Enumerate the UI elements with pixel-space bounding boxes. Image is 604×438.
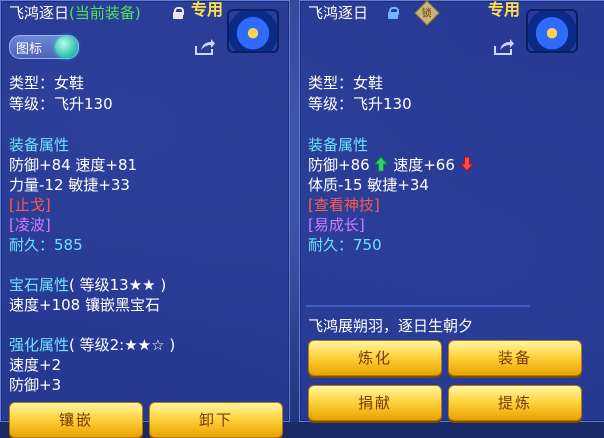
divider — [306, 305, 530, 307]
share-icon[interactable] — [194, 38, 216, 56]
exclusive-label: 专用 — [191, 0, 224, 19]
extract-button[interactable]: 提炼 — [448, 385, 582, 421]
item-name: 飞鸿逐日 — [308, 4, 369, 22]
stat-speed: 速度+66 — [393, 156, 455, 174]
share-icon[interactable] — [493, 38, 515, 56]
enhance-attr-line: 强化属性( 等级2:★★☆ ) — [9, 336, 175, 354]
enhance-line-1: 速度+2 — [9, 356, 62, 374]
level-line: 等级：飞升130 — [9, 95, 113, 113]
item-icon-shoes — [526, 9, 578, 53]
unequip-button[interactable]: 卸下 — [149, 402, 283, 438]
special-skill-2[interactable]: [凌波] — [9, 216, 51, 234]
equip-button[interactable]: 装备 — [448, 340, 582, 376]
stat-line-2: 力量-12 敏捷+33 — [9, 176, 130, 194]
flavor-text: 飞鸿展朔羽，逐日生朝夕 — [308, 317, 474, 335]
icon-toggle-label: 图标 — [16, 42, 43, 57]
durability: 耐久：585 — [9, 236, 83, 254]
item-icon-shoes — [227, 9, 279, 53]
lock-icon[interactable] — [388, 7, 399, 19]
badge-label: 锁 — [421, 8, 432, 20]
gem-header: 宝石属性 — [9, 276, 70, 294]
inlay-button[interactable]: 镶嵌 — [9, 402, 143, 438]
icon-toggle[interactable]: 图标 — [9, 35, 79, 59]
special-skill-1[interactable]: [止戈] — [9, 196, 51, 214]
current-equipped-tag: (当前装备) — [69, 4, 141, 22]
durability-label: 耐久： — [9, 236, 55, 254]
type-line: 类型：女鞋 — [9, 74, 85, 92]
item-name: 飞鸿逐日(当前装备) — [9, 4, 141, 22]
enhance-level: ( 等级2:★★☆ ) — [69, 336, 176, 354]
durability-label: 耐久： — [308, 236, 354, 254]
stat-line-1: 防御+84 速度+81 — [9, 156, 138, 174]
arrow-up-icon — [374, 156, 389, 172]
durability-value: 585 — [54, 236, 83, 254]
type-line: 类型：女鞋 — [308, 74, 384, 92]
enhance-line-2: 防御+3 — [9, 376, 62, 394]
attr-header: 装备属性 — [308, 136, 369, 154]
growth-link[interactable]: [易成长] — [308, 216, 365, 234]
toggle-knob — [55, 36, 77, 58]
donate-button[interactable]: 捐献 — [308, 385, 442, 421]
equipped-item-tooltip: 飞鸿逐日(当前装备) 专用 图标 类型：女鞋 等级：飞升130 装备属性 防御+… — [0, 0, 290, 438]
stat-defense: 防御+86 — [308, 156, 370, 174]
durability-value: 750 — [353, 236, 382, 254]
enhance-header: 强化属性 — [9, 336, 70, 354]
arrow-down-icon — [459, 156, 474, 172]
gem-level: ( 等级13★★ ) — [69, 276, 167, 294]
durability: 耐久：750 — [308, 236, 382, 254]
item-name-text: 飞鸿逐日 — [9, 4, 70, 22]
exclusive-label: 专用 — [488, 0, 521, 19]
stat-line-2: 体质-15 敏捷+34 — [308, 176, 429, 194]
attr-header: 装备属性 — [9, 136, 70, 154]
refine-button[interactable]: 炼化 — [308, 340, 442, 376]
stat-line-1: 防御+86 速度+66 — [308, 156, 474, 174]
item-tooltip: 飞鸿逐日 专用 类型：女鞋 等级：飞升130 装备属性 防御+86 速度+66 … — [299, 0, 604, 422]
lock-icon[interactable] — [173, 7, 184, 19]
gem-line: 速度+108 镶嵌黑宝石 — [9, 296, 160, 314]
level-line: 等级：飞升130 — [308, 95, 412, 113]
view-skill-link[interactable]: [查看神技] — [308, 196, 380, 214]
gem-attr-line: 宝石属性( 等级13★★ ) — [9, 276, 166, 294]
